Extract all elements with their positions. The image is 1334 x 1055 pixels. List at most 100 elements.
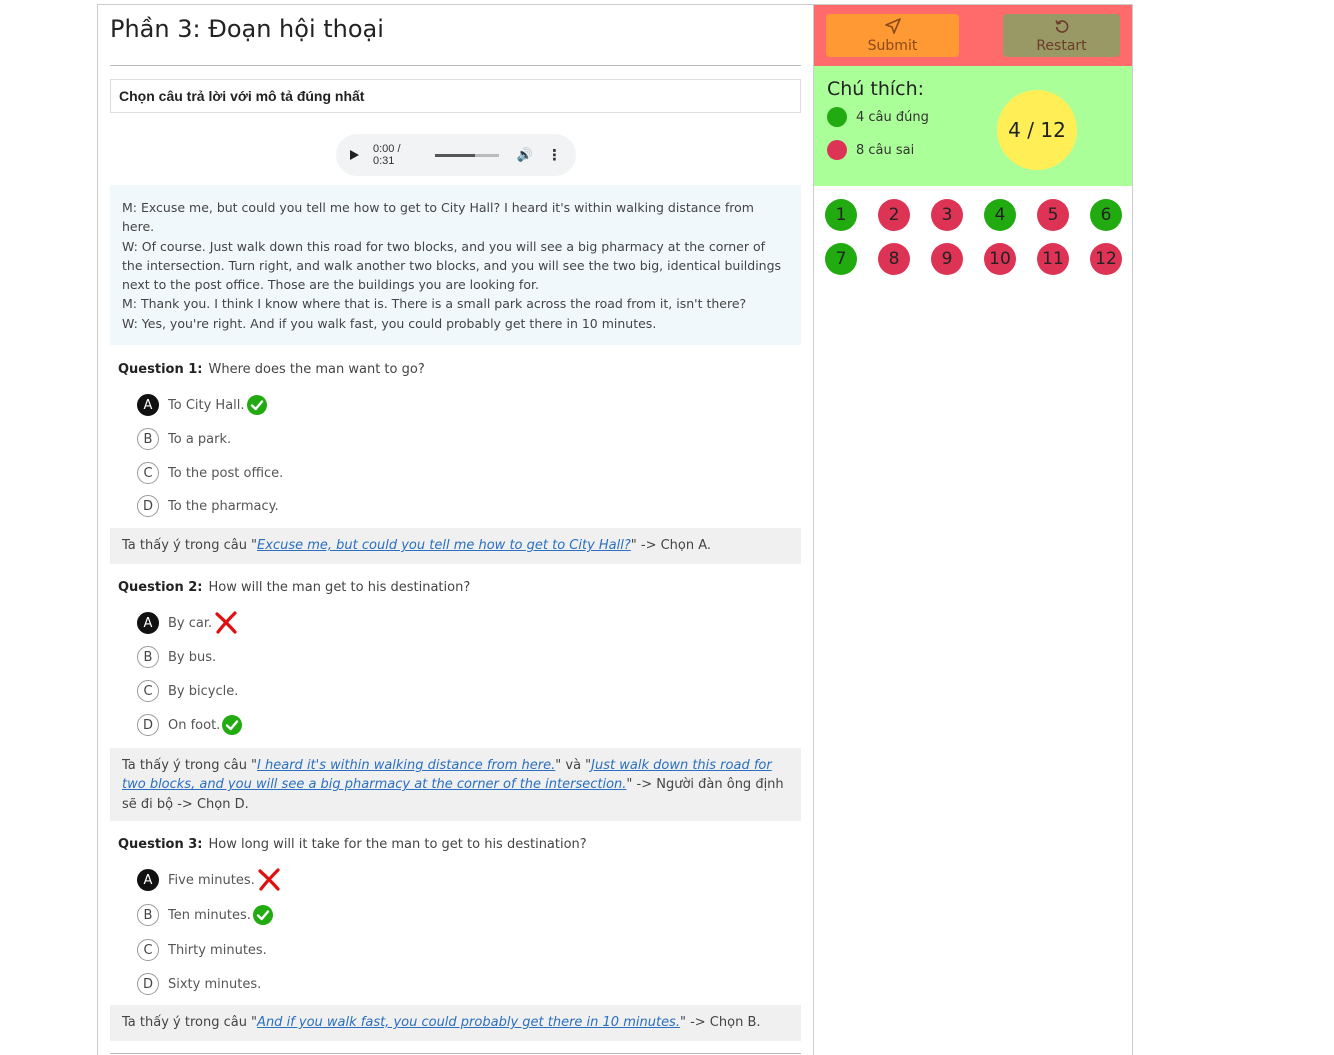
question-number-12[interactable]: 12 [1090, 243, 1122, 275]
explanation-quote-link[interactable]: And if you walk fast, you could probably… [257, 1015, 680, 1030]
transcript-box: M: Excuse me, but could you tell me how … [110, 185, 801, 345]
option-letter[interactable]: C [137, 939, 159, 961]
question-number-6[interactable]: 6 [1090, 199, 1122, 231]
explanation-text: " -> Chọn B. [679, 1015, 761, 1030]
option-text: Thirty minutes. [168, 942, 267, 958]
result-sidebar: Submit Restart Chú thích: 4 câu đúng 8 c… [813, 4, 1133, 1055]
restart-icon [1054, 18, 1070, 37]
question-number-4[interactable]: 4 [984, 199, 1016, 231]
question-text: How will the man get to his destination? [208, 580, 471, 595]
option-text: To the post office. [168, 465, 284, 481]
question-number-8[interactable]: 8 [878, 243, 910, 275]
question-number-5[interactable]: 5 [1037, 199, 1069, 231]
option-letter[interactable]: B [137, 428, 159, 450]
question-number-3[interactable]: 3 [931, 199, 963, 231]
send-icon [884, 17, 901, 37]
audio-time: 0:00 / 0:31 [373, 143, 401, 167]
option-letter[interactable]: D [137, 495, 159, 517]
question-3: Question 3: How long will it take for the… [118, 837, 587, 852]
wrong-dot-icon [827, 140, 847, 160]
option-1c[interactable]: C To the post office. [137, 461, 283, 485]
option-text: To a park. [168, 431, 232, 447]
question-text: How long will it take for the man to get… [208, 837, 587, 852]
option-text: Ten minutes. [168, 907, 251, 923]
play-icon[interactable] [350, 150, 359, 160]
option-text: Sixty minutes. [168, 976, 262, 992]
cross-icon [257, 868, 281, 892]
restart-label: Restart [1036, 37, 1087, 54]
legend-correct-label: 4 câu đúng [856, 109, 929, 125]
question-number-9[interactable]: 9 [931, 243, 963, 275]
instruction-box: Chọn câu trả lời với mô tả đúng nhất [110, 79, 801, 113]
audio-progress-fill [435, 153, 476, 157]
legend-correct: 4 câu đúng [827, 107, 929, 127]
option-2d[interactable]: D On foot. [137, 713, 243, 737]
option-letter[interactable]: A [137, 394, 159, 416]
explanation-quote-link[interactable]: I heard it's within walking distance fro… [257, 758, 555, 773]
question-number-7[interactable]: 7 [825, 243, 857, 275]
question-number-10[interactable]: 10 [984, 243, 1016, 275]
legend-wrong-label: 8 câu sai [856, 142, 915, 158]
legend-wrong: 8 câu sai [827, 140, 914, 160]
explanation-2: Ta thấy ý trong câu "I heard it's within… [110, 748, 801, 821]
option-1b[interactable]: B To a park. [137, 427, 231, 451]
option-3b[interactable]: B Ten minutes. [137, 903, 273, 927]
question-2: Question 2: How will the man get to his d… [118, 580, 470, 595]
option-2c[interactable]: C By bicycle. [137, 679, 238, 703]
transcript-line: W: Yes, you're right. And if you walk fa… [122, 315, 657, 331]
option-letter[interactable]: A [137, 612, 159, 634]
transcript-line: M: Excuse me, but could you tell me how … [122, 200, 754, 235]
explanation-text: Ta thấy ý trong câu " [122, 538, 258, 553]
option-letter[interactable]: A [137, 869, 159, 891]
more-options-icon[interactable]: ⋮ [547, 146, 562, 164]
restart-button[interactable]: Restart [1003, 14, 1120, 57]
option-1a[interactable]: A To City Hall. [137, 393, 267, 417]
question-label: Question 3: [118, 837, 203, 852]
question-1: Question 1: Where does the man want to go… [118, 362, 425, 377]
option-text: Five minutes. [168, 872, 255, 888]
option-text: To City Hall. [168, 397, 245, 413]
volume-icon[interactable]: 🔊 [517, 148, 533, 163]
explanation-3: Ta thấy ý trong câu "And if you walk fas… [110, 1005, 801, 1041]
option-3c[interactable]: C Thirty minutes. [137, 938, 267, 962]
check-icon [222, 715, 243, 735]
submit-label: Submit [867, 37, 918, 54]
explanation-text: Ta thấy ý trong câu " [122, 758, 258, 773]
audio-player[interactable]: 0:00 / 0:31 🔊 ⋮ [336, 134, 576, 176]
option-2a[interactable]: A By car. [137, 611, 238, 635]
legend-panel: Chú thích: 4 câu đúng 8 câu sai 4 / 12 [814, 66, 1132, 186]
submit-button[interactable]: Submit [826, 14, 959, 57]
option-letter[interactable]: C [137, 680, 159, 702]
check-icon [252, 905, 273, 925]
option-letter[interactable]: B [137, 646, 159, 668]
option-3d[interactable]: D Sixty minutes. [137, 972, 261, 996]
question-number-11[interactable]: 11 [1037, 243, 1069, 275]
option-letter[interactable]: B [137, 904, 159, 926]
option-3a[interactable]: A Five minutes. [137, 868, 281, 892]
action-bar: Submit Restart [814, 5, 1132, 66]
explanation-quote-link[interactable]: Excuse me, but could you tell me how to … [257, 538, 631, 553]
explanation-text: " và " [555, 758, 592, 773]
quiz-panel: Phần 3: Đoạn hội thoại Chọn câu trả lời … [97, 4, 813, 1055]
option-letter[interactable]: C [137, 462, 159, 484]
option-letter[interactable]: D [137, 973, 159, 995]
divider [110, 65, 801, 66]
question-number-2[interactable]: 2 [878, 199, 910, 231]
cross-icon [214, 611, 238, 635]
option-text: By bicycle. [168, 683, 239, 699]
explanation-1: Ta thấy ý trong câu "Excuse me, but coul… [110, 528, 801, 564]
divider [110, 1053, 801, 1054]
page-title: Phần 3: Đoạn hội thoại [110, 15, 384, 43]
option-text: To the pharmacy. [168, 498, 279, 514]
check-icon [246, 395, 267, 415]
score-badge: 4 / 12 [997, 90, 1077, 170]
question-label: Question 2: [118, 580, 203, 595]
option-text: By car. [168, 615, 213, 631]
correct-dot-icon [827, 107, 847, 127]
option-2b[interactable]: B By bus. [137, 645, 216, 669]
question-number-1[interactable]: 1 [825, 199, 857, 231]
option-1d[interactable]: D To the pharmacy. [137, 494, 279, 518]
audio-progress-track[interactable] [435, 153, 499, 157]
transcript-line: W: Of course. Just walk down this road f… [122, 238, 782, 293]
option-letter[interactable]: D [137, 714, 159, 736]
